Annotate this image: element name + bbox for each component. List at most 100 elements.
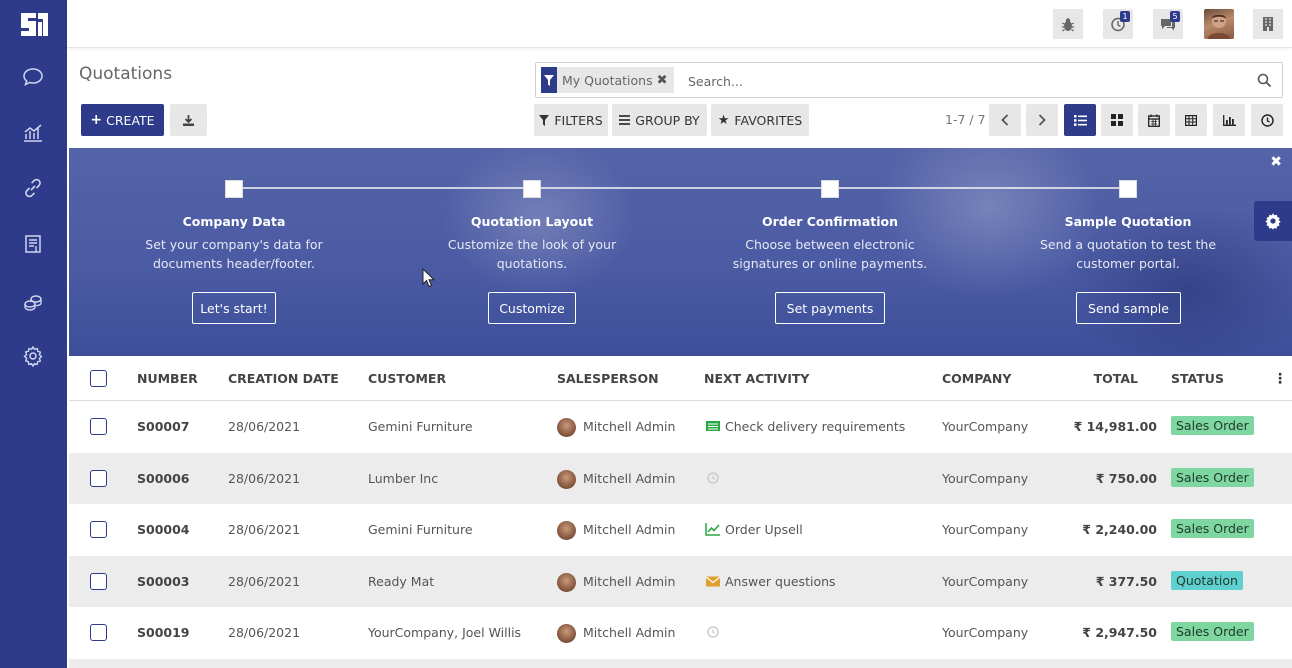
user-avatar[interactable] [1204,9,1234,39]
row-checkbox[interactable] [90,624,107,641]
close-banner-icon[interactable]: ✖ [1270,154,1282,170]
row-checkbox[interactable] [90,572,107,590]
cell-total: ₹ 2,240.00 [1082,522,1157,537]
col-status[interactable]: STATUS [1171,371,1224,386]
table-row[interactable]: S00007 28/06/2021 Gemini Furniture Mitch… [69,401,1292,453]
cell-salesperson: Mitchell Admin [583,470,676,486]
col-total[interactable]: TOTAL [1094,371,1138,386]
table-row[interactable]: S00006 28/06/2021 Lumber Inc Mitchell Ad… [69,452,1292,504]
cell-next-activity[interactable]: Order Upsell [725,522,803,537]
col-customer[interactable]: CUSTOMER [368,371,446,386]
banner-settings-button[interactable] [1254,201,1292,241]
send-sample-button[interactable]: Send sample [1076,292,1181,324]
cell-date: 28/06/2021 [228,625,301,640]
status-badge: Sales Order [1171,416,1254,435]
table-icon [1185,114,1197,126]
list-view-button[interactable] [1064,104,1096,136]
step-1-marker [225,180,243,198]
row-checkbox[interactable] [90,418,107,435]
cell-customer: Gemini Furniture [368,522,473,537]
activities-button[interactable]: 1 [1103,9,1133,39]
calendar-view-button[interactable] [1138,104,1170,136]
favorites-label: FAVORITES [734,112,803,128]
search-facet[interactable]: My Quotations ✖ [541,67,674,93]
invoicing-icon[interactable] [21,232,45,256]
debug-bug-button[interactable] [1053,9,1083,39]
step-3-marker [821,180,839,198]
col-company[interactable]: COMPANY [942,371,1011,386]
kanban-view-button[interactable] [1101,104,1133,136]
status-badge: Quotation [1171,570,1243,590]
col-salesperson[interactable]: SALESPERSON [557,371,659,386]
cell-customer: Lumber Inc [368,470,439,486]
group-by-label: GROUP BY [635,112,700,128]
search-input[interactable] [688,70,1248,92]
step-title: Order Confirmation [761,214,899,229]
table-row[interactable]: S00019 28/06/2021 YourCompany, Joel Will… [69,607,1292,659]
favorites-button[interactable]: ★ FAVORITES [711,104,809,136]
facet-remove-icon[interactable]: ✖ [657,73,668,88]
sales-chart-icon[interactable] [21,121,45,145]
discuss-icon[interactable] [21,65,45,89]
optional-columns-icon[interactable]: ⋮ [1273,371,1287,387]
status-badge: Sales Order [1171,467,1254,487]
filters-button[interactable]: FILTERS [534,104,608,136]
pager-next-button[interactable] [1026,104,1058,136]
graph-view-button[interactable] [1213,104,1245,136]
facet-label: My Quotations [562,72,653,88]
export-download-button[interactable] [170,104,207,136]
settings-gear-icon[interactable] [21,344,45,368]
gear-icon [1265,213,1281,230]
sidebar [0,0,67,668]
row-checkbox[interactable] [90,521,107,538]
col-next-activity[interactable]: NEXT ACTIVITY [704,371,809,386]
customize-button[interactable]: Customize [488,292,576,324]
line-chart-icon[interactable] [705,522,721,536]
cell-date: 28/06/2021 [228,419,301,434]
step-description: Send a quotation to test the customer por… [1039,237,1217,271]
pager-previous-button[interactable] [989,104,1021,136]
status-badge: Sales Order [1171,622,1254,641]
group-by-button[interactable]: GROUP BY [612,104,707,136]
clock-icon[interactable] [707,626,719,638]
cell-number: S00004 [137,522,190,537]
step-sample-quotation: Sample Quotation Send a quotation to tes… [1013,214,1243,273]
row-checkbox[interactable] [90,469,107,487]
tasks-icon[interactable] [705,419,721,433]
envelope-icon[interactable] [705,574,721,588]
table-row[interactable]: S00003 28/06/2021 Ready Mat Mitchell Adm… [69,555,1292,607]
app-logo-icon[interactable] [19,11,50,38]
search-icon[interactable] [1257,73,1272,88]
table-row[interactable]: S00004 28/06/2021 Gemini Furniture Mitch… [69,504,1292,556]
col-creation-date[interactable]: CREATION DATE [228,371,339,386]
create-button[interactable]: + CREATE [81,104,164,136]
cell-salesperson: Mitchell Admin [583,522,676,537]
cell-total: ₹ 2,947.50 [1082,625,1157,640]
select-all-checkbox[interactable] [90,370,107,387]
link-icon[interactable] [21,176,45,200]
salesperson-avatar [557,572,576,592]
cell-next-activity[interactable]: Check delivery requirements [725,419,905,434]
salesperson-avatar [557,521,576,540]
activity-view-button[interactable] [1251,104,1283,136]
list-icon [1073,114,1087,126]
table-header: NUMBER CREATION DATE CUSTOMER SALESPERSO… [69,357,1292,401]
grid-icon [1111,114,1123,126]
set-payments-button[interactable]: Set payments [775,292,885,324]
coins-icon[interactable] [21,289,45,313]
clock-icon[interactable] [707,471,719,484]
lets-start-button[interactable]: Let's start! [192,292,276,324]
pager-value[interactable]: 1-7 / 7 [945,112,986,127]
messages-button[interactable]: 5 [1153,9,1183,39]
cell-next-activity[interactable]: Answer questions [725,574,836,589]
company-switcher-button[interactable] [1253,9,1283,39]
step-title: Sample Quotation [1064,214,1192,229]
cell-customer: YourCompany, Joel Willis [368,625,522,640]
filters-label: FILTERS [554,112,603,128]
cell-date: 28/06/2021 [228,573,301,589]
step-description: Choose between electronic signatures or o… [732,237,928,271]
step-description: Customize the look of your quotations. [447,237,617,271]
pivot-view-button[interactable] [1175,104,1207,136]
page-title: Quotations [79,64,173,84]
col-number[interactable]: NUMBER [137,371,198,386]
